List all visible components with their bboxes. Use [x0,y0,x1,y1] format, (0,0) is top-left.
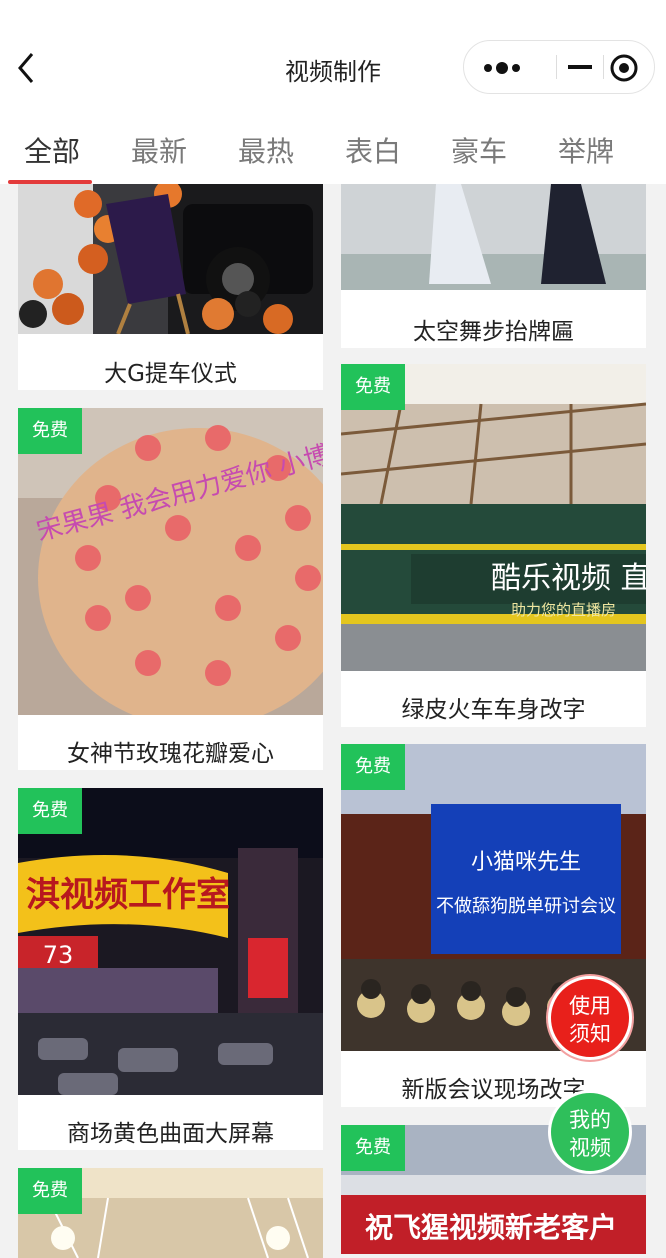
video-card[interactable]: 宋果果 我会用力爱你 小博士 免费 女神节玫瑰花瓣爱心 [18,408,323,770]
mini-program-capsule [463,40,655,94]
my-videos-button[interactable]: 我的 视频 [548,1090,632,1174]
overlay-text: 淇视频工作室 [26,875,230,915]
more-icon[interactable] [464,41,556,93]
usage-notice-line1: 使用 [569,994,611,1018]
close-target-icon[interactable] [604,41,654,93]
free-badge: 免费 [341,1125,405,1171]
tab-confession[interactable]: 表白 [345,130,401,170]
video-card[interactable]: 淇视频工作室 73 免费 商场黄色曲面大屏幕 [18,788,323,1150]
overlay-subtext: 73 [43,941,74,969]
tab-newest[interactable]: 最新 [131,130,187,170]
overlay-text: 酷乐视频 直播 [491,561,646,596]
my-videos-line1: 我的 [569,1108,611,1132]
free-badge: 免费 [18,1168,82,1214]
free-badge: 免费 [341,364,405,410]
video-card[interactable]: 太空舞步抬牌匾 [341,184,646,348]
free-badge: 免费 [18,788,82,834]
category-tabs: 全部 最新 最热 表白 豪车 举牌 [0,120,666,184]
video-title: 商场黄色曲面大屏幕 [67,1121,274,1147]
tab-sign[interactable]: 举牌 [558,130,614,170]
overlay-subtext: 不做舔狗脱单研讨会议 [436,896,616,917]
overlay-subtext: 助力您的直播房 [511,601,616,619]
tab-all[interactable]: 全部 [24,130,80,170]
video-thumbnail: 宋果果 我会用力爱你 小博士 [18,408,323,715]
free-badge: 免费 [341,744,405,790]
usage-notice-button[interactable]: 使用 须知 [548,976,632,1060]
video-card[interactable]: 酷乐视频 直播 助力您的直播房 免费 绿皮火车车身改字 [341,364,646,727]
nav-bar: 视频制作 [0,0,666,120]
minimize-icon[interactable] [557,41,603,93]
video-card[interactable]: 大G提车仪式 [18,184,323,390]
video-title: 绿皮火车车身改字 [401,697,586,723]
video-thumbnail: 酷乐视频 直播 助力您的直播房 [341,364,646,671]
video-title: 大G提车仪式 [104,361,237,387]
video-title: 女神节玫瑰花瓣爱心 [67,741,274,767]
overlay-text: 祝飞猩视频新老客户 [365,1211,617,1244]
my-videos-line2: 视频 [569,1136,611,1160]
overlay-text: 小猫咪先生 [471,850,581,875]
usage-notice-line2: 须知 [569,1022,611,1046]
tab-luxury-car[interactable]: 豪车 [451,130,507,170]
video-thumbnail [18,184,323,334]
tab-hottest[interactable]: 最热 [238,130,294,170]
video-title: 太空舞步抬牌匾 [413,319,574,345]
video-thumbnail: 淇视频工作室 73 [18,788,323,1095]
free-badge: 免费 [18,408,82,454]
video-card[interactable]: 免费 [18,1168,323,1258]
video-thumbnail [341,184,646,290]
